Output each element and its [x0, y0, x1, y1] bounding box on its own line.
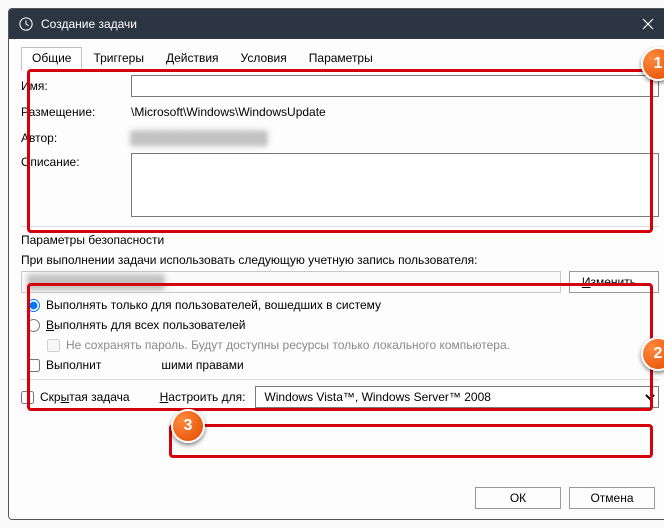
checkbox-highest-input[interactable]	[27, 359, 40, 372]
account-field: ████████████████	[21, 271, 561, 293]
location-label: Размещение:	[21, 105, 131, 119]
checkbox-hidden-input[interactable]	[21, 391, 34, 404]
radio-all-input[interactable]	[27, 319, 40, 332]
tab-general[interactable]: Общие	[21, 47, 82, 71]
author-label: Автор:	[21, 131, 131, 145]
security-section-title: Параметры безопасности	[21, 233, 659, 247]
checkbox-dont-save-input	[47, 339, 60, 352]
create-task-dialog: Создание задачи Общие Триггеры Действия …	[8, 8, 664, 520]
tab-parameters[interactable]: Параметры	[298, 47, 384, 70]
description-input[interactable]	[131, 153, 659, 217]
name-input[interactable]	[131, 75, 659, 97]
dialog-footer: ОК Отмена	[475, 487, 655, 509]
use-account-label: При выполнении задачи использовать следу…	[21, 253, 659, 267]
name-label: Имя:	[21, 79, 131, 93]
checkbox-highest-privileges[interactable]: Выполнить с наивысшими правами	[27, 357, 659, 373]
tab-conditions[interactable]: Условия	[230, 47, 298, 70]
window-close-button[interactable]	[625, 9, 664, 39]
window-title: Создание задачи	[41, 17, 137, 31]
tab-triggers[interactable]: Триггеры	[82, 47, 155, 70]
close-icon	[642, 18, 654, 30]
radio-loggedin-users[interactable]: Выполнять только для пользователей, воше…	[27, 297, 659, 313]
tab-actions[interactable]: Действия	[155, 47, 230, 70]
tabstrip: Общие Триггеры Действия Условия Параметр…	[21, 47, 659, 71]
configure-for-select[interactable]: Windows Vista™, Windows Server™ 2008	[255, 386, 659, 408]
client-area: Общие Триггеры Действия Условия Параметр…	[9, 39, 664, 519]
author-value: ████████████████	[131, 131, 659, 145]
checkbox-dont-save-password: Не сохранять пароль. Будут доступны ресу…	[47, 337, 659, 353]
checkbox-hidden-task[interactable]: Скрытая задача	[21, 389, 130, 405]
configure-for-label: Настроить для:	[160, 390, 246, 404]
cancel-button[interactable]: Отмена	[569, 487, 655, 509]
location-value: \Microsoft\Windows\WindowsUpdate	[131, 105, 659, 119]
radio-loggedin-input[interactable]	[27, 299, 40, 312]
radio-all-users[interactable]: Выполнять для всех пользователей	[27, 317, 659, 333]
clock-icon	[19, 17, 33, 31]
ok-button[interactable]: ОК	[475, 487, 561, 509]
titlebar: Создание задачи	[9, 9, 664, 39]
change-user-button[interactable]: Изменить...	[569, 271, 659, 293]
description-label: Описание:	[21, 153, 131, 169]
